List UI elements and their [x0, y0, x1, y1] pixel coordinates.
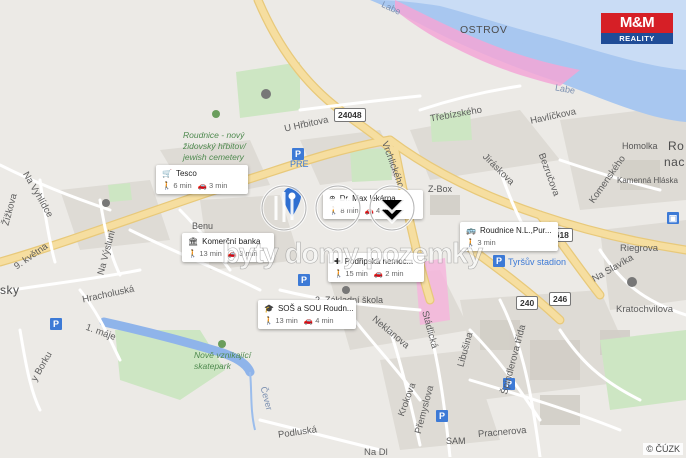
- school-icon: 🎓: [264, 304, 274, 313]
- logo-subtext: REALITY: [601, 33, 673, 44]
- parking-icon: P: [50, 318, 62, 330]
- bus-stop-icon: ▣: [667, 212, 679, 224]
- parking-icon: P: [436, 410, 448, 422]
- poi-card-tesco[interactable]: 🛒 Tesco 🚶 6 min 🚗 3 min: [156, 165, 248, 194]
- parking-icon: P: [493, 255, 505, 267]
- walking-icon: 🚶: [329, 206, 339, 215]
- poi-walk-time: 13 min: [275, 316, 298, 325]
- map-attribution[interactable]: © ČÚZK: [643, 443, 683, 455]
- label-skatepark: Nově vznikající skatepark: [194, 350, 252, 371]
- car-icon: 🚗: [303, 316, 314, 325]
- poi-card-sos-sou[interactable]: 🎓 SOŠ a SOU Roudn... 🚶 13 min 🚗 4 min: [258, 300, 356, 329]
- poi-walk-time: 6 min: [173, 181, 192, 190]
- label-ostrov: OSTROV: [460, 24, 508, 36]
- map-canvas[interactable]: [0, 0, 686, 457]
- poi-name: Dr. Max lékárna: [339, 194, 396, 203]
- walking-icon: 🚶: [264, 316, 274, 325]
- label-benu: Benu: [192, 221, 214, 231]
- parking-icon: P: [298, 274, 310, 286]
- walking-icon: 🚶: [162, 181, 172, 190]
- shopping-cart-icon: 🛒: [162, 169, 172, 178]
- bank-icon: 🏛: [188, 237, 199, 246]
- label-sam: SAM: [446, 436, 466, 446]
- label-tyrsuv-stadion: Tyršův stadion: [508, 257, 567, 267]
- label-kamenna-hlaska: Kamenná Hláska: [617, 176, 678, 185]
- pharmacy-icon: ⊕: [329, 194, 336, 203]
- road-shield-24048: 24048: [334, 108, 366, 122]
- road-shield-240: 240: [516, 296, 539, 310]
- poi-card-dr-max[interactable]: ⊕ Dr. Max lékárna 🚶 8 min 🚗 4 min: [323, 190, 423, 219]
- poi-walk-time: 13 min: [199, 249, 222, 258]
- location-pin-icon[interactable]: [283, 187, 301, 217]
- label-homolka: Homolka: [622, 141, 658, 151]
- watermark-text: byty domy pozemky: [222, 238, 484, 271]
- label-nac: nac: [664, 155, 685, 169]
- car-icon: 🚗: [197, 181, 208, 190]
- label-kratochvilova: Kratochvilova: [616, 304, 674, 315]
- poi-name: SOŠ a SOU Roudn...: [277, 304, 354, 313]
- label-sky: sky: [0, 283, 20, 297]
- label-zbox: Z-Box: [428, 184, 453, 194]
- poi-name: Tesco: [175, 169, 197, 178]
- road-shield-246: 246: [549, 292, 572, 306]
- label-pre: PRE: [290, 159, 309, 169]
- poi-car-time: 4 min: [376, 206, 395, 215]
- car-icon: 🚗: [364, 206, 375, 215]
- poi-car-time: 4 min: [315, 316, 334, 325]
- mm-reality-logo: M&M REALITY: [601, 13, 673, 45]
- bus-icon: 🚌: [466, 226, 476, 235]
- label-ro: Ro: [668, 139, 685, 153]
- label-cemetery: Roudnice - nový židovský hřbitov/ jewish…: [183, 130, 246, 162]
- label-riegrova: Riegrova: [620, 243, 659, 254]
- poi-car-time: 3 min: [209, 181, 228, 190]
- logo-text: M&M: [601, 13, 673, 33]
- poi-walk-time: 8 min: [340, 206, 359, 215]
- label-na-dl: Na Dl: [364, 447, 388, 458]
- walking-icon: 🚶: [188, 249, 198, 258]
- poi-name: Roudnice N.L.,Pur...: [479, 226, 552, 235]
